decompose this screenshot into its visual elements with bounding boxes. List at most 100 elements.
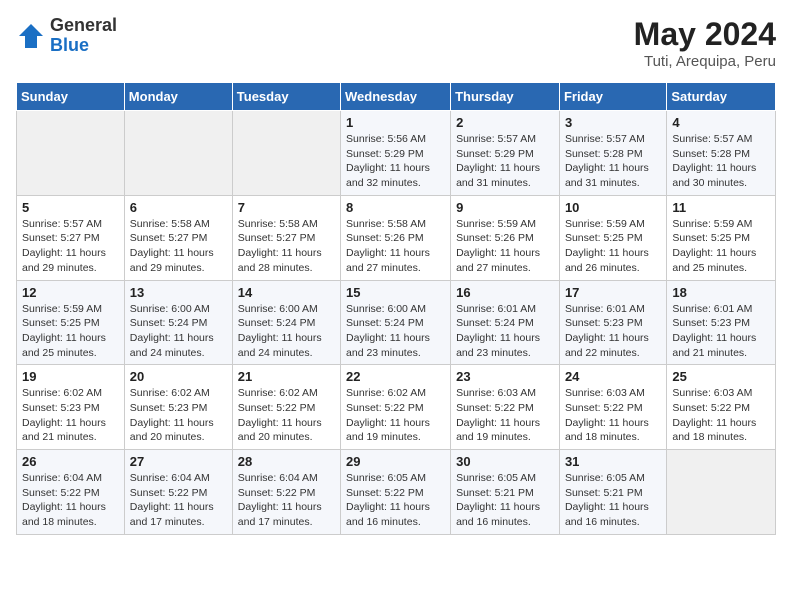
day-info: Sunrise: 6:04 AM Sunset: 5:22 PM Dayligh… bbox=[22, 471, 119, 530]
month-year: May 2024 bbox=[634, 16, 776, 53]
day-number: 21 bbox=[238, 369, 335, 384]
calendar-cell: 20Sunrise: 6:02 AM Sunset: 5:23 PM Dayli… bbox=[124, 365, 232, 450]
day-info: Sunrise: 6:02 AM Sunset: 5:22 PM Dayligh… bbox=[238, 386, 335, 445]
day-number: 31 bbox=[565, 454, 661, 469]
day-info: Sunrise: 5:56 AM Sunset: 5:29 PM Dayligh… bbox=[346, 132, 445, 191]
day-number: 15 bbox=[346, 285, 445, 300]
calendar-cell: 6 Sunrise: 5:58 AM Sunset: 5:27 PM Daylig… bbox=[124, 195, 232, 280]
calendar-cell: 8 Sunrise: 5:58 AM Sunset: 5:26 PM Daylig… bbox=[341, 195, 451, 280]
location: Tuti, Arequipa, Peru bbox=[634, 53, 776, 70]
day-number: 6 bbox=[130, 200, 227, 215]
logo-text: General Blue bbox=[50, 16, 117, 56]
day-number: 13 bbox=[130, 285, 227, 300]
calendar-cell bbox=[124, 111, 232, 196]
day-number: 30 bbox=[456, 454, 554, 469]
calendar-cell bbox=[17, 111, 125, 196]
day-number: 16 bbox=[456, 285, 554, 300]
day-number: 20 bbox=[130, 369, 227, 384]
calendar-cell: 23 Sunrise: 6:03 AM Sunset: 5:22 PM Dayli… bbox=[451, 365, 560, 450]
day-info: Sunrise: 5:57 AM Sunset: 5:28 PM Dayligh… bbox=[672, 132, 770, 191]
day-info: Sunrise: 5:59 AM Sunset: 5:25 PM Dayligh… bbox=[565, 217, 661, 276]
day-number: 3 bbox=[565, 115, 661, 130]
day-number: 25 bbox=[672, 369, 770, 384]
day-info: Sunrise: 5:58 AM Sunset: 5:27 PM Dayligh… bbox=[130, 217, 227, 276]
weekday-header: Friday bbox=[559, 83, 666, 111]
day-info: Sunrise: 6:00 AM Sunset: 5:24 PM Dayligh… bbox=[130, 302, 227, 361]
calendar-week-row: 12 Sunrise: 5:59 AM Sunset: 5:25 PM Dayli… bbox=[17, 280, 776, 365]
calendar-cell: 31Sunrise: 6:05 AM Sunset: 5:21 PM Dayli… bbox=[559, 450, 666, 535]
calendar-cell: 16 Sunrise: 6:01 AM Sunset: 5:24 PM Dayli… bbox=[451, 280, 560, 365]
day-info: Sunrise: 6:05 AM Sunset: 5:21 PM Dayligh… bbox=[456, 471, 554, 530]
day-info: Sunrise: 5:57 AM Sunset: 5:28 PM Dayligh… bbox=[565, 132, 661, 191]
day-number: 12 bbox=[22, 285, 119, 300]
logo: General Blue bbox=[16, 16, 117, 56]
weekday-header: Saturday bbox=[667, 83, 776, 111]
day-number: 24 bbox=[565, 369, 661, 384]
logo-blue: Blue bbox=[50, 36, 117, 56]
calendar-cell: 2 Sunrise: 5:57 AM Sunset: 5:29 PM Daylig… bbox=[451, 111, 560, 196]
calendar-week-row: 1Sunrise: 5:56 AM Sunset: 5:29 PM Daylig… bbox=[17, 111, 776, 196]
day-number: 22 bbox=[346, 369, 445, 384]
calendar-table: SundayMondayTuesdayWednesdayThursdayFrid… bbox=[16, 82, 776, 535]
logo-icon bbox=[16, 21, 46, 51]
calendar-cell: 29Sunrise: 6:05 AM Sunset: 5:22 PM Dayli… bbox=[341, 450, 451, 535]
day-number: 5 bbox=[22, 200, 119, 215]
day-info: Sunrise: 6:02 AM Sunset: 5:22 PM Dayligh… bbox=[346, 386, 445, 445]
logo-general: General bbox=[50, 16, 117, 36]
calendar-week-row: 5Sunrise: 5:57 AM Sunset: 5:27 PM Daylig… bbox=[17, 195, 776, 280]
day-number: 7 bbox=[238, 200, 335, 215]
weekday-header: Thursday bbox=[451, 83, 560, 111]
calendar-cell: 24 Sunrise: 6:03 AM Sunset: 5:22 PM Dayli… bbox=[559, 365, 666, 450]
calendar-cell: 10Sunrise: 5:59 AM Sunset: 5:25 PM Dayli… bbox=[559, 195, 666, 280]
calendar-cell: 21 Sunrise: 6:02 AM Sunset: 5:22 PM Dayli… bbox=[232, 365, 340, 450]
calendar-cell: 22 Sunrise: 6:02 AM Sunset: 5:22 PM Dayli… bbox=[341, 365, 451, 450]
day-info: Sunrise: 6:00 AM Sunset: 5:24 PM Dayligh… bbox=[346, 302, 445, 361]
day-info: Sunrise: 6:04 AM Sunset: 5:22 PM Dayligh… bbox=[238, 471, 335, 530]
day-number: 27 bbox=[130, 454, 227, 469]
calendar-cell bbox=[232, 111, 340, 196]
day-number: 8 bbox=[346, 200, 445, 215]
calendar-cell: 30 Sunrise: 6:05 AM Sunset: 5:21 PM Dayli… bbox=[451, 450, 560, 535]
day-info: Sunrise: 5:59 AM Sunset: 5:26 PM Dayligh… bbox=[456, 217, 554, 276]
calendar-cell: 5Sunrise: 5:57 AM Sunset: 5:27 PM Daylig… bbox=[17, 195, 125, 280]
day-number: 23 bbox=[456, 369, 554, 384]
calendar-cell: 18Sunrise: 6:01 AM Sunset: 5:23 PM Dayli… bbox=[667, 280, 776, 365]
calendar-cell: 12 Sunrise: 5:59 AM Sunset: 5:25 PM Dayli… bbox=[17, 280, 125, 365]
day-info: Sunrise: 5:58 AM Sunset: 5:26 PM Dayligh… bbox=[346, 217, 445, 276]
calendar-cell: 28 Sunrise: 6:04 AM Sunset: 5:22 PM Dayli… bbox=[232, 450, 340, 535]
calendar-cell: 11Sunrise: 5:59 AM Sunset: 5:25 PM Dayli… bbox=[667, 195, 776, 280]
calendar-cell: 15 Sunrise: 6:00 AM Sunset: 5:24 PM Dayli… bbox=[341, 280, 451, 365]
calendar-cell: 4 Sunrise: 5:57 AM Sunset: 5:28 PM Daylig… bbox=[667, 111, 776, 196]
title-block: May 2024 Tuti, Arequipa, Peru bbox=[634, 16, 776, 70]
day-info: Sunrise: 6:03 AM Sunset: 5:22 PM Dayligh… bbox=[672, 386, 770, 445]
calendar-cell: 9 Sunrise: 5:59 AM Sunset: 5:26 PM Daylig… bbox=[451, 195, 560, 280]
day-info: Sunrise: 6:04 AM Sunset: 5:22 PM Dayligh… bbox=[130, 471, 227, 530]
day-info: Sunrise: 6:03 AM Sunset: 5:22 PM Dayligh… bbox=[565, 386, 661, 445]
day-number: 2 bbox=[456, 115, 554, 130]
calendar-cell: 26 Sunrise: 6:04 AM Sunset: 5:22 PM Dayli… bbox=[17, 450, 125, 535]
day-number: 26 bbox=[22, 454, 119, 469]
calendar-cell: 3 Sunrise: 5:57 AM Sunset: 5:28 PM Daylig… bbox=[559, 111, 666, 196]
weekday-header: Tuesday bbox=[232, 83, 340, 111]
day-info: Sunrise: 6:00 AM Sunset: 5:24 PM Dayligh… bbox=[238, 302, 335, 361]
day-number: 4 bbox=[672, 115, 770, 130]
day-number: 9 bbox=[456, 200, 554, 215]
day-info: Sunrise: 6:05 AM Sunset: 5:22 PM Dayligh… bbox=[346, 471, 445, 530]
day-number: 19 bbox=[22, 369, 119, 384]
day-info: Sunrise: 5:57 AM Sunset: 5:29 PM Dayligh… bbox=[456, 132, 554, 191]
day-info: Sunrise: 6:02 AM Sunset: 5:23 PM Dayligh… bbox=[22, 386, 119, 445]
day-number: 28 bbox=[238, 454, 335, 469]
calendar-cell: 13 Sunrise: 6:00 AM Sunset: 5:24 PM Dayli… bbox=[124, 280, 232, 365]
day-info: Sunrise: 6:03 AM Sunset: 5:22 PM Dayligh… bbox=[456, 386, 554, 445]
calendar-cell: 14 Sunrise: 6:00 AM Sunset: 5:24 PM Dayli… bbox=[232, 280, 340, 365]
calendar-cell: 1Sunrise: 5:56 AM Sunset: 5:29 PM Daylig… bbox=[341, 111, 451, 196]
weekday-header-row: SundayMondayTuesdayWednesdayThursdayFrid… bbox=[17, 83, 776, 111]
day-info: Sunrise: 5:59 AM Sunset: 5:25 PM Dayligh… bbox=[22, 302, 119, 361]
weekday-header: Monday bbox=[124, 83, 232, 111]
day-number: 14 bbox=[238, 285, 335, 300]
page-header: General Blue May 2024 Tuti, Arequipa, Pe… bbox=[16, 16, 776, 70]
calendar-cell: 7Sunrise: 5:58 AM Sunset: 5:27 PM Daylig… bbox=[232, 195, 340, 280]
day-number: 18 bbox=[672, 285, 770, 300]
day-info: Sunrise: 6:01 AM Sunset: 5:24 PM Dayligh… bbox=[456, 302, 554, 361]
day-number: 17 bbox=[565, 285, 661, 300]
